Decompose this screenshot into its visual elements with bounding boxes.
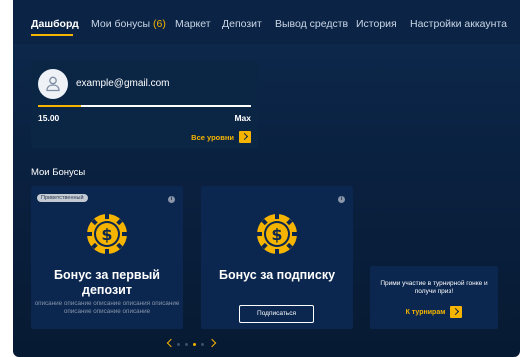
- level-progress-fill: [38, 105, 81, 107]
- tournaments-link-label: К турнирам: [405, 308, 446, 316]
- pager-dot-4[interactable]: [201, 343, 204, 346]
- svg-text:$: $: [101, 225, 112, 244]
- user-icon: [38, 69, 68, 99]
- arrow-right-icon: [239, 131, 251, 143]
- tab-withdraw[interactable]: Вывод средств: [275, 18, 348, 30]
- pager-dot-2[interactable]: [185, 343, 188, 346]
- bonus-card-first-deposit[interactable]: Приветственный i $ Бонус за первый депоз…: [31, 186, 183, 329]
- tab-my-bonuses[interactable]: Мои бонусы (6): [91, 18, 166, 30]
- tab-market[interactable]: Маркет: [175, 18, 211, 30]
- tab-history[interactable]: История: [356, 18, 397, 30]
- tournament-text: Прими участие в турнирной гонке и получи…: [380, 280, 488, 295]
- tournaments-link[interactable]: К турнирам: [370, 306, 498, 318]
- bonus-description: описание описание описание описания опис…: [34, 300, 180, 315]
- welcome-tag: Приветственный: [37, 194, 88, 202]
- tab-deposit[interactable]: Депозит: [222, 18, 262, 30]
- svg-text:$: $: [271, 225, 282, 244]
- level-max-label: Max: [234, 113, 251, 123]
- bonus-count-badge: (6): [153, 18, 166, 30]
- level-progress-bar: [38, 105, 251, 107]
- tab-account-settings[interactable]: Настройки аккаунта: [410, 18, 507, 30]
- info-icon[interactable]: i: [338, 196, 345, 203]
- tab-dashboard[interactable]: Дашборд: [31, 18, 79, 30]
- dollar-coin-icon: $: [257, 214, 297, 254]
- arrow-right-icon: [450, 306, 463, 318]
- active-tab-indicator: [31, 34, 73, 36]
- tab-my-bonuses-label: Мои бонусы: [91, 18, 151, 30]
- chevron-right-icon[interactable]: [207, 338, 217, 348]
- user-level-card: example@gmail.com 15.00 Max Все уровни: [31, 61, 258, 148]
- carousel-pager: [165, 338, 225, 350]
- pager-dot-1[interactable]: [177, 343, 180, 346]
- user-email: example@gmail.com: [76, 78, 170, 89]
- bonus-card-subscription[interactable]: i $ Бонус за подписку Подписаться: [201, 186, 353, 329]
- level-current-value: 15.00: [38, 113, 60, 123]
- bonus-title: Бонус за подписку: [218, 268, 336, 282]
- pager-dot-3[interactable]: [193, 343, 196, 346]
- info-icon[interactable]: i: [168, 196, 175, 203]
- tournament-card: Прими участие в турнирной гонке и получи…: [370, 266, 498, 329]
- dashboard-frame: Дашборд Мои бонусы (6) Маркет Депозит Вы…: [13, 0, 520, 357]
- subscribe-button[interactable]: Подписаться: [239, 305, 314, 323]
- bonus-title: Бонус за первый депозит: [54, 268, 160, 297]
- dollar-coin-icon: $: [87, 214, 127, 254]
- top-navigation: Дашборд Мои бонусы (6) Маркет Депозит Вы…: [13, 0, 520, 44]
- all-levels-link[interactable]: Все уровни: [191, 131, 251, 143]
- all-levels-label: Все уровни: [191, 132, 234, 142]
- chevron-left-icon[interactable]: [166, 338, 176, 348]
- bonuses-section-title: Мои Бонусы: [31, 167, 86, 178]
